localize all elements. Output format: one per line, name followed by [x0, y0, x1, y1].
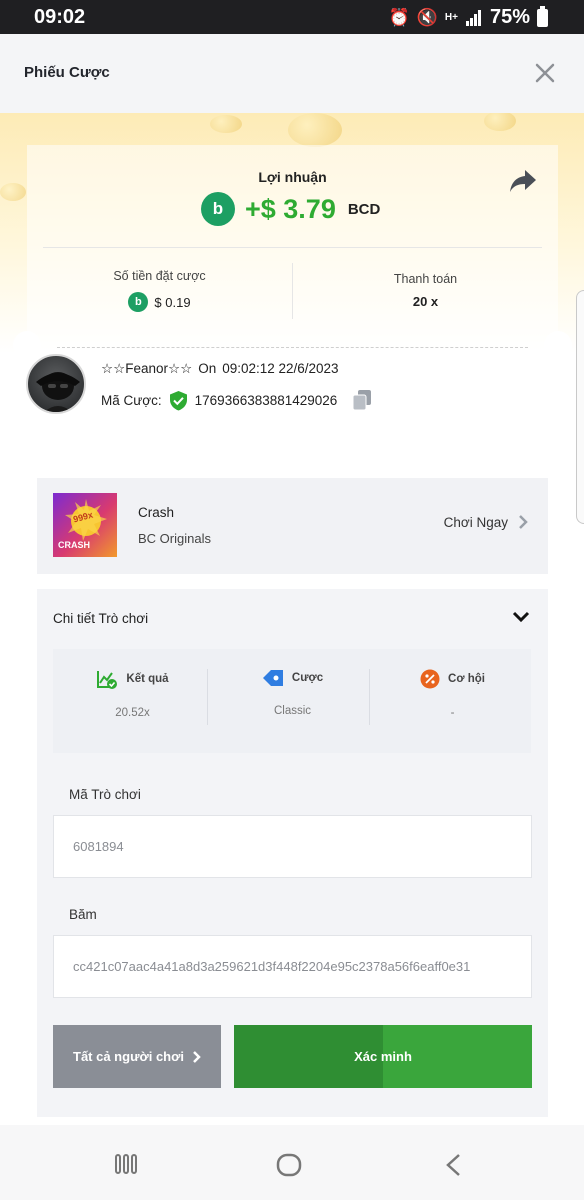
dashed-divider — [57, 347, 528, 348]
bc-coin-icon: b — [201, 192, 235, 226]
ticket-notch — [13, 331, 41, 359]
profit-currency: BCD — [347, 200, 381, 218]
game-id-field[interactable]: 6081894 — [53, 815, 532, 878]
percent-icon — [420, 669, 440, 689]
payout-value: 20 x — [412, 294, 439, 309]
bc-coin-icon: b — [128, 292, 149, 312]
game-id-label: Mã Trò chơi — [69, 787, 141, 802]
ticket-notch — [544, 331, 572, 359]
battery-icon — [537, 5, 548, 27]
divider — [207, 669, 208, 725]
mute-icon: 🔇 — [416, 7, 438, 27]
status-icons: ⏰ 🔇 H+ 75% — [388, 5, 548, 29]
play-now-label: Chơi Ngay — [443, 514, 508, 530]
chevron-down-icon — [512, 611, 530, 623]
bet-type-value: Classic — [273, 705, 312, 717]
coin-decoration — [0, 183, 26, 201]
close-icon[interactable] — [534, 62, 556, 84]
system-nav-bar — [0, 1125, 584, 1200]
bet-id-label: Mã Cược: — [101, 392, 162, 408]
result-heading: Kết quả — [53, 669, 212, 689]
coin-decoration — [288, 113, 342, 147]
avatar — [26, 354, 86, 414]
page-title: Phiếu Cược — [24, 64, 110, 81]
game-card[interactable]: 999x CRASH Crash BC Originals Chơi Ngay — [37, 478, 548, 574]
odds-value: - — [450, 707, 455, 719]
odds-metric: Cơ hội - — [373, 669, 532, 719]
game-details-panel: Chi tiết Trò chơi Kết quả 20.52x Cược Cl… — [37, 589, 548, 1117]
bet-type-label: Cược — [291, 672, 324, 684]
divider — [369, 669, 370, 725]
payout-label: Thanh toán — [393, 272, 458, 286]
profit-card: Lợi nhuận b +$ 3.79 BCD Số tiền đặt cược… — [13, 145, 572, 463]
game-name: Crash — [138, 505, 175, 520]
result-metric: Kết quả 20.52x — [53, 669, 212, 719]
bet-amount-label: Số tiền đặt cược — [113, 269, 206, 283]
profit-value: +$ 3.79 — [245, 193, 336, 224]
divider — [43, 247, 542, 248]
bet-type-metric: Cược Classic — [213, 669, 372, 717]
game-thumbnail[interactable]: 999x CRASH — [53, 493, 117, 557]
profit-row: b +$ 3.79 BCD — [201, 192, 380, 226]
bet-id-line: Mã Cược: 1769366383881429026 — [101, 389, 372, 411]
chart-check-icon — [97, 671, 118, 689]
play-now-link[interactable]: Chơi Ngay — [444, 514, 528, 530]
all-players-label: Tất cả người chơi — [73, 1049, 184, 1064]
all-players-button[interactable]: Tất cả người chơi — [53, 1025, 221, 1088]
thumb-text: CRASH — [58, 540, 91, 550]
ticket-icon — [262, 670, 283, 686]
verify-button[interactable]: Xác minh — [234, 1025, 532, 1088]
result-label: Kết quả — [126, 673, 169, 685]
bet-id: 1769366383881429026 — [194, 392, 338, 408]
alarm-icon: ⏰ — [388, 7, 410, 27]
bet-amount-row: b $ 0.19 — [27, 292, 292, 312]
game-provider: BC Originals — [138, 531, 211, 546]
status-bar: 09:02 ⏰ 🔇 H+ 75% — [0, 0, 584, 34]
bet-amount-value: $ 0.19 — [154, 294, 191, 310]
hash-field[interactable]: cc421c07aac4a41a8d3a259621d3f448f2204e95… — [53, 935, 532, 998]
back-icon[interactable] — [444, 1153, 462, 1177]
share-icon[interactable] — [508, 167, 538, 195]
verify-label: Xác minh — [354, 1049, 412, 1064]
home-icon[interactable] — [276, 1153, 302, 1177]
hash-value: cc421c07aac4a41a8d3a259621d3f448f2204e95… — [73, 959, 471, 974]
copy-icon[interactable] — [352, 389, 372, 411]
result-value: 20.52x — [115, 707, 150, 719]
coin-decoration — [210, 115, 242, 133]
odds-label: Cơ hội — [448, 673, 485, 685]
game-details-toggle[interactable]: Chi tiết Trò chơi — [37, 589, 548, 647]
game-details-title: Chi tiết Trò chơi — [53, 611, 149, 626]
battery-percent: 75% — [489, 6, 530, 28]
bet-type-heading: Cược — [213, 669, 372, 687]
bet-datetime: 09:02:12 22/6/2023 — [222, 361, 339, 376]
chevron-right-icon — [519, 515, 528, 529]
bet-slip-content: Lợi nhuận b +$ 3.79 BCD Số tiền đặt cược… — [0, 113, 584, 1125]
user-line: ☆☆Feanor☆☆ On 09:02:12 22/6/2023 — [101, 361, 339, 377]
payout-stat: Thanh toán 20 x — [293, 269, 558, 309]
hash-label: Băm — [69, 907, 97, 922]
network-type: H+ — [444, 12, 458, 23]
modal-header: Phiếu Cược — [0, 34, 584, 113]
side-panel-handle[interactable] — [576, 290, 584, 524]
game-id-value: 6081894 — [73, 839, 124, 854]
signal-icon — [465, 9, 481, 26]
on-label: On — [198, 361, 217, 376]
profit-label: Lợi nhuận — [258, 169, 327, 185]
chevron-right-icon — [193, 1050, 201, 1063]
status-time: 09:02 — [34, 6, 86, 28]
odds-heading: Cơ hội — [373, 669, 532, 689]
bet-amount-stat: Số tiền đặt cược b $ 0.19 — [27, 269, 292, 312]
recent-apps-icon[interactable] — [114, 1153, 138, 1175]
metrics-row: Kết quả 20.52x Cược Classic Cơ hội - — [53, 649, 531, 753]
verified-shield-icon — [169, 390, 187, 410]
username: ☆☆Feanor☆☆ — [101, 361, 193, 376]
